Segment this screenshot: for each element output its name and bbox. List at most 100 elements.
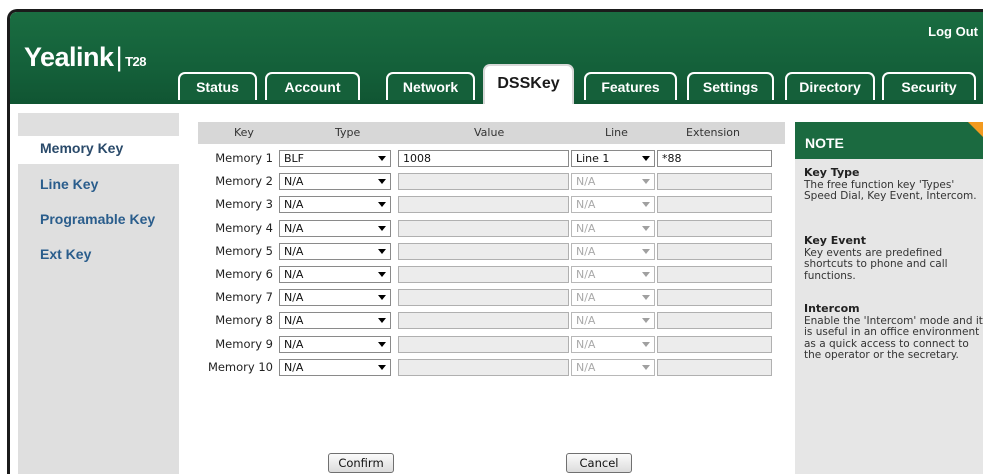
value-input[interactable] (398, 196, 569, 213)
chevron-down-icon (642, 365, 650, 370)
tab-directory[interactable]: Directory (785, 72, 875, 100)
logo-brand: Yealink (24, 42, 114, 72)
type-select-value: N/A (284, 222, 304, 235)
note-title: NOTE (805, 135, 844, 151)
logout-link[interactable]: Log Out (928, 24, 978, 39)
type-select-value: N/A (284, 268, 304, 281)
type-select[interactable]: N/A (279, 196, 391, 213)
extension-input[interactable] (657, 220, 772, 237)
type-select[interactable]: N/A (279, 220, 391, 237)
tab-dsskey[interactable]: DSSKey (483, 64, 574, 106)
type-select[interactable]: N/A (279, 266, 391, 283)
chevron-down-icon (378, 295, 386, 300)
sidebar-item-line-key[interactable]: Line Key (40, 176, 98, 192)
row-key-label: Memory 9 (215, 337, 273, 351)
tab-account[interactable]: Account (265, 72, 360, 100)
chevron-down-icon (642, 179, 650, 184)
tab-status[interactable]: Status (178, 72, 257, 100)
chevron-down-icon (378, 365, 386, 370)
extension-input[interactable] (657, 243, 772, 260)
extension-input[interactable] (657, 266, 772, 283)
note-section-key-event: Key Event Key events are predefined short… (804, 234, 948, 282)
value-input[interactable] (398, 266, 569, 283)
type-select[interactable]: N/A (279, 243, 391, 260)
extension-input[interactable] (657, 359, 772, 376)
line-select-value: N/A (576, 314, 596, 327)
chevron-down-icon (378, 342, 386, 347)
type-select[interactable]: BLF (279, 150, 391, 167)
type-select[interactable]: N/A (279, 336, 391, 353)
tab-network[interactable]: Network (386, 72, 475, 100)
chevron-down-icon (378, 226, 386, 231)
line-select-value: N/A (576, 198, 596, 211)
row-key-label: Memory 1 (215, 151, 273, 165)
col-extension: Extension (686, 126, 741, 139)
type-select[interactable]: N/A (279, 359, 391, 376)
extension-input[interactable] (657, 312, 772, 329)
row-key-label: Memory 8 (215, 313, 273, 327)
chevron-down-icon (642, 249, 650, 254)
value-input[interactable] (398, 289, 569, 306)
value-input[interactable] (398, 220, 569, 237)
note-header: NOTE (795, 122, 983, 159)
type-select-value: N/A (284, 314, 304, 327)
col-key: Key (234, 126, 254, 139)
line-select[interactable]: Line 1 (571, 150, 655, 167)
chevron-down-icon (642, 318, 650, 323)
tab-features[interactable]: Features (584, 72, 677, 100)
type-select-value: N/A (284, 175, 304, 188)
line-select[interactable]: N/A (571, 220, 655, 237)
type-select-value: BLF (284, 152, 305, 165)
col-value: Value (474, 126, 505, 139)
value-input[interactable] (398, 243, 569, 260)
col-line: Line (605, 126, 628, 139)
sidebar-item-programable-key[interactable]: Programable Key (40, 211, 155, 227)
type-select[interactable]: N/A (279, 173, 391, 190)
line-select[interactable]: N/A (571, 173, 655, 190)
cancel-button[interactable]: Cancel (566, 453, 632, 473)
tab-security[interactable]: Security (882, 72, 976, 100)
value-input[interactable] (398, 312, 569, 329)
chevron-down-icon (378, 202, 386, 207)
yealink-logo: Yealink| T28 (24, 42, 146, 73)
value-input[interactable] (398, 173, 569, 190)
sidebar-item-memory-key[interactable]: Memory Key (40, 140, 123, 156)
sidebar-item-ext-key[interactable]: Ext Key (40, 246, 91, 262)
extension-input[interactable] (657, 289, 772, 306)
type-select[interactable]: N/A (279, 289, 391, 306)
type-select-value: N/A (284, 338, 304, 351)
line-select[interactable]: N/A (571, 266, 655, 283)
row-key-label: Memory 7 (215, 290, 273, 304)
value-input[interactable] (398, 359, 569, 376)
extension-input[interactable] (657, 196, 772, 213)
note-section-intercom: Intercom Enable the 'Intercom' mode and i… (804, 302, 983, 361)
line-select[interactable]: N/A (571, 359, 655, 376)
line-select[interactable]: N/A (571, 336, 655, 353)
logo-model: T28 (125, 54, 146, 69)
chevron-down-icon (642, 272, 650, 277)
line-select[interactable]: N/A (571, 289, 655, 306)
line-select[interactable]: N/A (571, 243, 655, 260)
line-select[interactable]: N/A (571, 196, 655, 213)
chevron-down-icon (642, 202, 650, 207)
row-key-label: Memory 4 (215, 221, 273, 235)
extension-input[interactable]: *88 (657, 150, 772, 167)
value-input[interactable]: 1008 (398, 150, 569, 167)
tab-settings[interactable]: Settings (687, 72, 774, 100)
line-select-value: N/A (576, 361, 596, 374)
type-select-value: N/A (284, 198, 304, 211)
line-select[interactable]: N/A (571, 312, 655, 329)
row-key-label: Memory 6 (215, 267, 273, 281)
extension-input[interactable] (657, 173, 772, 190)
note-corner-icon (968, 122, 983, 140)
type-select[interactable]: N/A (279, 312, 391, 329)
chevron-down-icon (378, 249, 386, 254)
header-bar: Yealink| T28 Log Out Status Account Netwo… (10, 12, 983, 114)
sidebar (18, 113, 179, 474)
extension-input[interactable] (657, 336, 772, 353)
type-select-value: N/A (284, 361, 304, 374)
confirm-button[interactable]: Confirm (328, 453, 394, 473)
line-select-value: N/A (576, 291, 596, 304)
value-input[interactable] (398, 336, 569, 353)
type-select-value: N/A (284, 291, 304, 304)
